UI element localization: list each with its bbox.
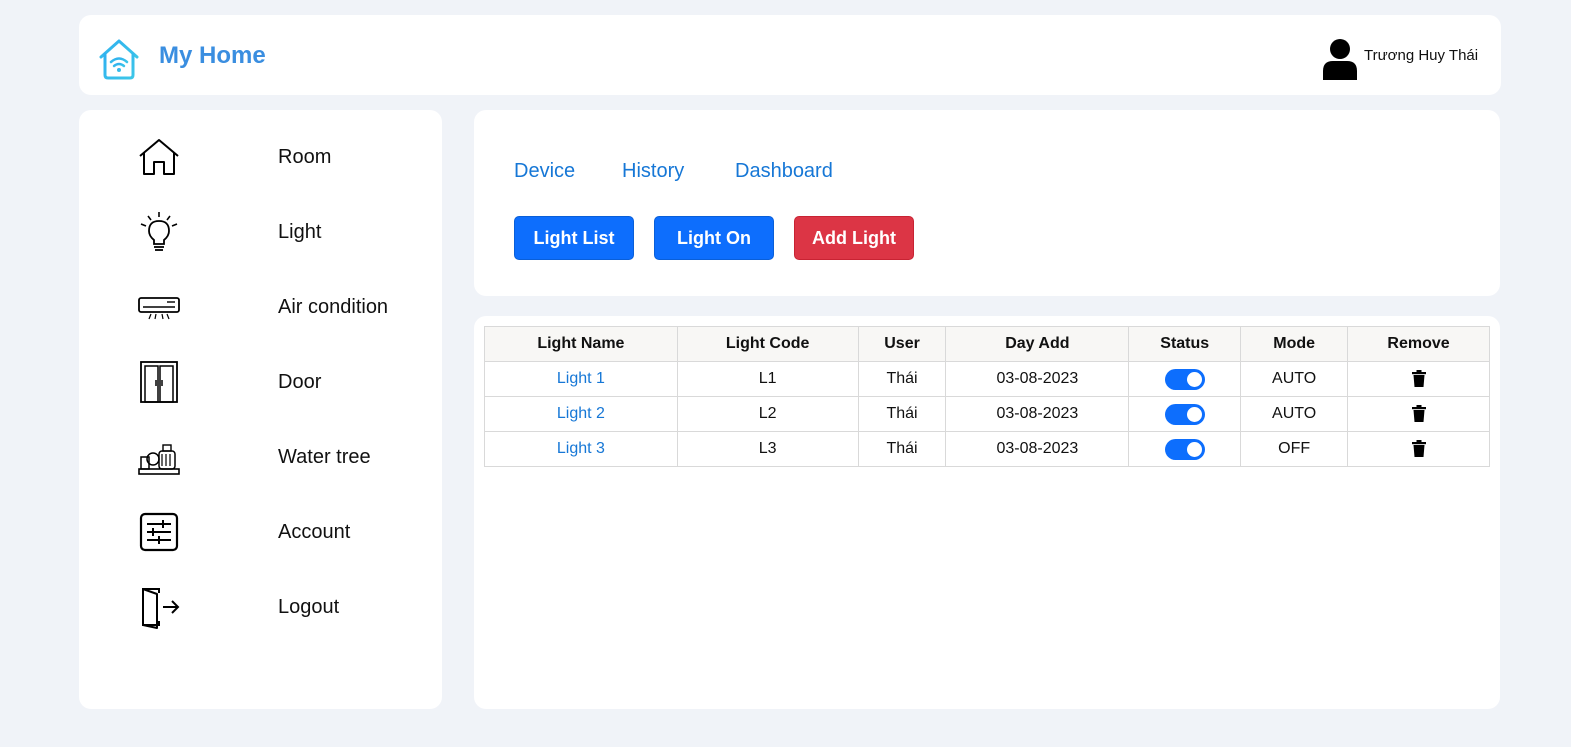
sidebar-item-water-tree[interactable]: Water tree [79,426,442,486]
sidebar-item-room[interactable]: Room [79,126,442,186]
light-on-button[interactable]: Light On [654,216,774,260]
status-toggle[interactable] [1164,368,1205,390]
brand-title[interactable]: My Home [159,42,266,70]
light-code-cell: L3 [676,431,859,467]
top-header: My Home Trương Huy Thái [79,15,1501,95]
add-light-button[interactable]: Add Light [794,216,914,260]
remove-cell [1347,396,1490,432]
column-header: Day Add [945,326,1130,362]
status-cell [1128,361,1242,397]
trash-icon[interactable] [1411,370,1426,388]
column-header: Light Name [484,326,678,362]
tab-dashboard[interactable]: Dashboard [735,160,833,183]
column-header: Status [1128,326,1242,362]
sidebar-item-label: Door [278,371,322,393]
device-controls-card: Device History Dashboard Light List Ligh… [474,110,1500,296]
smart-home-wifi-icon[interactable] [97,37,141,81]
light-table: Light Name Light Code User Day Add Statu… [484,326,1490,467]
table-row: Light 1 L1 Thái 03-08-2023 AUTO [484,361,1490,397]
sidebar: Room Light Air condition Door Water tree… [79,110,442,709]
light-name-link[interactable]: Light 2 [484,396,678,432]
remove-cell [1347,361,1490,397]
user-cell: Thái [857,431,947,467]
sidebar-item-label: Water tree [278,446,371,468]
sidebar-item-logout[interactable]: Logout [79,576,442,636]
settings-sliders-icon [139,512,179,552]
table-row: Light 3 L3 Thái 03-08-2023 OFF [484,431,1490,467]
user-name[interactable]: Trương Huy Thái [1364,47,1478,64]
door-icon [140,361,178,403]
trash-icon[interactable] [1411,405,1426,423]
light-code-cell: L2 [676,396,859,432]
status-cell [1128,431,1242,467]
column-header: Light Code [676,326,859,362]
lightbulb-icon [140,212,178,251]
light-table-card: Light Name Light Code User Day Add Statu… [474,316,1500,709]
status-cell [1128,396,1242,432]
mode-cell: OFF [1240,431,1349,467]
day-add-cell: 03-08-2023 [945,361,1130,397]
light-list-button[interactable]: Light List [514,216,634,260]
sidebar-item-light[interactable]: Light [79,201,442,261]
water-pump-icon [138,444,180,475]
light-name-link[interactable]: Light 3 [484,431,678,467]
tab-history[interactable]: History [622,160,684,183]
sidebar-item-account[interactable]: Account [79,501,442,561]
table-header-row: Light Name Light Code User Day Add Statu… [484,326,1490,362]
user-cell: Thái [857,361,947,397]
tab-device[interactable]: Device [514,160,575,183]
sidebar-item-label: Light [278,221,322,243]
sidebar-item-label: Logout [278,596,340,618]
user-cell: Thái [857,396,947,432]
light-name-link[interactable]: Light 1 [484,361,678,397]
trash-icon[interactable] [1411,440,1426,458]
table-row: Light 2 L2 Thái 03-08-2023 AUTO [484,396,1490,432]
sidebar-item-label: Account [278,521,351,543]
mode-cell: AUTO [1240,396,1349,432]
remove-cell [1347,431,1490,467]
logout-icon [142,588,180,629]
status-toggle[interactable] [1164,403,1205,425]
column-header: User [857,326,947,362]
sidebar-item-label: Air condition [278,296,389,318]
user-avatar-icon[interactable] [1322,38,1358,80]
day-add-cell: 03-08-2023 [945,431,1130,467]
light-code-cell: L1 [676,361,859,397]
day-add-cell: 03-08-2023 [945,396,1130,432]
sidebar-item-label: Room [278,146,332,168]
sidebar-item-door[interactable]: Door [79,351,442,411]
column-header: Mode [1240,326,1349,362]
sidebar-item-air-condition[interactable]: Air condition [79,276,442,336]
air-conditioner-icon [138,297,180,320]
mode-cell: AUTO [1240,361,1349,397]
house-icon [139,139,179,175]
status-toggle[interactable] [1164,438,1205,460]
column-header: Remove [1347,326,1490,362]
